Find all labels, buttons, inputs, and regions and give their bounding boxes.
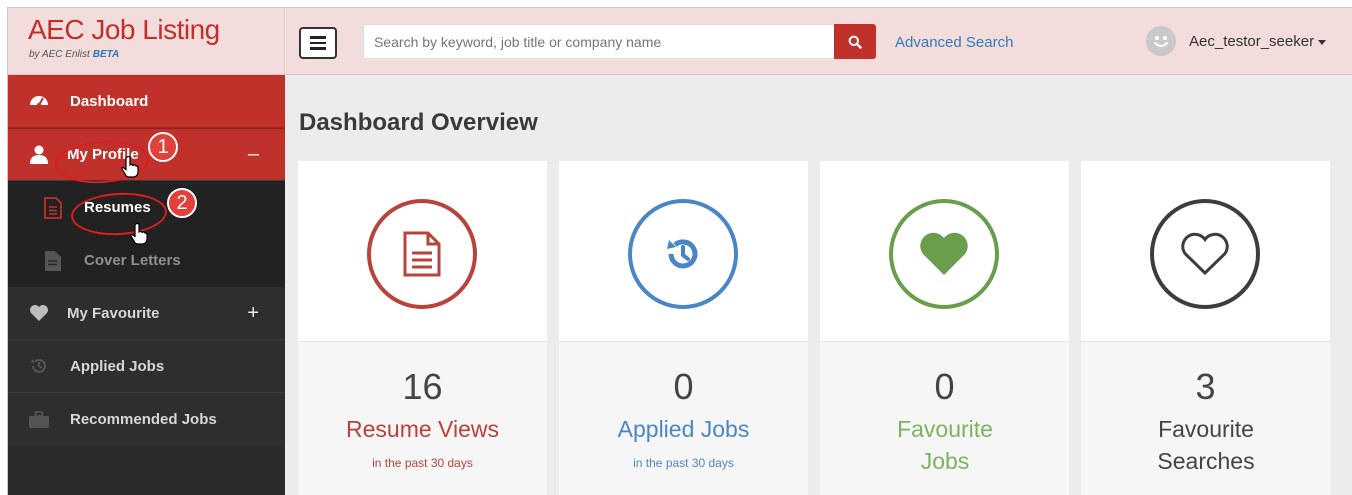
stat-count: 16 xyxy=(402,366,443,407)
stat-label: Applied Jobs xyxy=(617,416,750,442)
stat-label: Favourite Searches xyxy=(1157,416,1255,474)
hamburger-icon-bar xyxy=(310,36,326,39)
sidebar: Dashboard My Profile – Resumes Cover Let… xyxy=(8,75,285,495)
hamburger-icon-bar xyxy=(310,47,326,50)
document-icon xyxy=(42,196,64,219)
stat-period: in the past 30 days xyxy=(633,456,734,470)
user-menu[interactable]: Aec_testor_seeker xyxy=(1189,33,1327,50)
advanced-search-link[interactable]: Advanced Search xyxy=(895,34,1013,51)
card-stats-area: 3 Favourite Searches xyxy=(1081,341,1330,495)
sidebar-item-recommended-jobs[interactable]: Recommended Jobs xyxy=(8,393,285,446)
brand-title-job-listing: Job Listing xyxy=(91,14,220,45)
stat-card-applied-jobs[interactable]: 0 Applied Jobs in the past 30 days xyxy=(559,161,808,495)
sidebar-item-label: Dashboard xyxy=(70,92,149,110)
sidebar-item-my-favourite[interactable]: My Favourite + xyxy=(8,287,285,340)
menu-toggle-button[interactable] xyxy=(299,27,337,59)
stat-count: 0 xyxy=(934,366,955,407)
stat-count: 3 xyxy=(1195,366,1216,407)
brand-logo[interactable]: AEC Job Listing by AEC Enlist BETA xyxy=(8,8,285,75)
stat-card-favourite-jobs[interactable]: 0 Favourite Jobs xyxy=(820,161,1069,495)
stat-card-favourite-searches[interactable]: 3 Favourite Searches xyxy=(1081,161,1330,495)
heart-icon xyxy=(28,302,50,324)
search-icon xyxy=(848,35,862,49)
brand-subtitle: by AEC Enlist BETA xyxy=(29,49,119,60)
icon-circle xyxy=(367,199,477,309)
top-header: AEC Job Listing by AEC EnlistBETA Advanc… xyxy=(8,8,1352,75)
stat-count: 0 xyxy=(673,366,694,407)
heart-filled-icon xyxy=(920,232,968,275)
sidebar-item-label: Applied Jobs xyxy=(70,357,165,375)
icon-circle xyxy=(889,199,999,309)
card-icon-area xyxy=(820,161,1069,341)
card-icon-area xyxy=(559,161,808,341)
stat-card-resume-views[interactable]: 16 Resume Views in the past 30 days xyxy=(298,161,547,495)
stat-period: in the past 30 days xyxy=(372,456,473,470)
beta-badge: BETA xyxy=(92,49,120,60)
heart-outline-icon xyxy=(1181,232,1229,276)
main-content: Dashboard Overview 16 Resume Views in th… xyxy=(285,75,1352,495)
brand-title-aec: AEC xyxy=(28,14,85,45)
briefcase-icon xyxy=(28,409,50,431)
avatar[interactable] xyxy=(1146,26,1176,56)
icon-circle xyxy=(628,199,738,309)
card-icon-area xyxy=(1081,161,1330,341)
stat-label: Resume Views xyxy=(346,416,499,442)
expand-toggle[interactable]: + xyxy=(247,302,259,325)
dashboard-icon xyxy=(28,90,50,112)
hand-cursor-icon xyxy=(130,223,148,245)
card-stats-area: 16 Resume Views in the past 30 days xyxy=(298,341,547,495)
search-input[interactable] xyxy=(363,24,835,59)
stat-label: Favourite Jobs xyxy=(897,416,993,474)
document-icon xyxy=(403,231,441,277)
sidebar-item-applied-jobs[interactable]: Applied Jobs xyxy=(8,340,285,393)
caret-down-icon xyxy=(1318,39,1327,45)
card-stats-area: 0 Favourite Jobs xyxy=(820,341,1069,495)
card-icon-area xyxy=(298,161,547,341)
step-badge-1: 1 xyxy=(148,132,178,162)
sidebar-item-label: My Favourite xyxy=(67,304,160,322)
sidebar-item-label: Recommended Jobs xyxy=(70,411,217,428)
brand-byline: by AEC Enlist xyxy=(29,49,90,60)
search-button[interactable] xyxy=(834,24,876,59)
hand-cursor-icon xyxy=(121,156,139,178)
card-stats-area: 0 Applied Jobs in the past 30 days xyxy=(559,341,808,495)
file-icon xyxy=(42,250,64,272)
smiley-face-icon xyxy=(1154,36,1168,47)
icon-circle xyxy=(1150,199,1260,309)
step-badge-2: 2 xyxy=(167,188,197,218)
brand-title: AEC Job Listing xyxy=(28,14,220,46)
user-icon xyxy=(28,144,50,166)
history-icon xyxy=(667,239,698,269)
collapse-toggle[interactable]: – xyxy=(248,143,259,166)
hamburger-icon-bar xyxy=(310,41,326,45)
sidebar-item-dashboard[interactable]: Dashboard xyxy=(8,75,285,128)
history-icon xyxy=(28,355,50,377)
user-name: Aec_testor_seeker xyxy=(1189,33,1315,50)
app-window: AEC Job Listing by AEC EnlistBETA Advanc… xyxy=(7,7,1352,495)
page-title: Dashboard Overview xyxy=(299,109,538,136)
sidebar-item-label: Cover Letters xyxy=(84,252,181,269)
